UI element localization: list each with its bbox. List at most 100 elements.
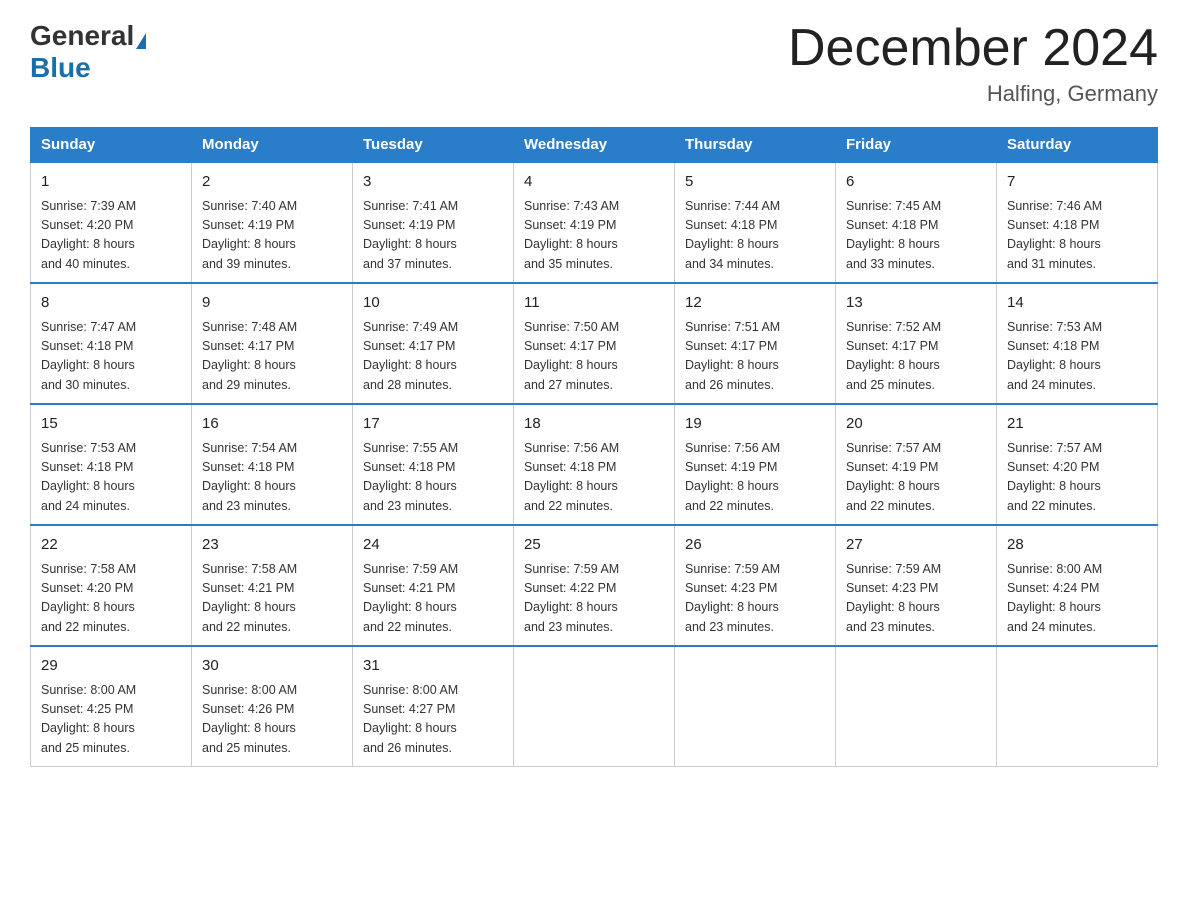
day-info: Sunrise: 8:00 AMSunset: 4:24 PMDaylight:… (1007, 560, 1147, 638)
day-number: 11 (524, 292, 664, 315)
day-info: Sunrise: 7:53 AMSunset: 4:18 PMDaylight:… (1007, 318, 1147, 396)
day-number: 5 (685, 171, 825, 194)
calendar-cell (675, 646, 836, 767)
day-number: 20 (846, 413, 986, 436)
day-number: 30 (202, 655, 342, 678)
day-number: 15 (41, 413, 181, 436)
calendar-cell: 22 Sunrise: 7:58 AMSunset: 4:20 PMDayligh… (31, 525, 192, 646)
days-header-row: SundayMondayTuesdayWednesdayThursdayFrid… (31, 128, 1158, 163)
calendar-cell: 8 Sunrise: 7:47 AMSunset: 4:18 PMDaylight… (31, 283, 192, 404)
day-number: 24 (363, 534, 503, 557)
day-number: 31 (363, 655, 503, 678)
week-row-3: 15 Sunrise: 7:53 AMSunset: 4:18 PMDayligh… (31, 404, 1158, 525)
day-number: 22 (41, 534, 181, 557)
day-info: Sunrise: 7:57 AMSunset: 4:19 PMDaylight:… (846, 439, 986, 517)
calendar-cell: 2Sunrise: 7:40 AMSunset: 4:19 PMDaylight… (192, 162, 353, 283)
calendar-cell: 1Sunrise: 7:39 AMSunset: 4:20 PMDaylight… (31, 162, 192, 283)
day-number: 21 (1007, 413, 1147, 436)
day-info: Sunrise: 7:50 AMSunset: 4:17 PMDaylight:… (524, 318, 664, 396)
calendar-cell: 24 Sunrise: 7:59 AMSunset: 4:21 PMDayligh… (353, 525, 514, 646)
calendar-title: December 2024 (788, 20, 1158, 77)
calendar-cell (514, 646, 675, 767)
day-info: Sunrise: 7:55 AMSunset: 4:18 PMDaylight:… (363, 439, 503, 517)
day-info: Sunrise: 7:45 AMSunset: 4:18 PMDaylight:… (846, 197, 986, 275)
day-info: Sunrise: 7:47 AMSunset: 4:18 PMDaylight:… (41, 318, 181, 396)
day-header-friday: Friday (836, 128, 997, 163)
day-info: Sunrise: 8:00 AMSunset: 4:26 PMDaylight:… (202, 681, 342, 759)
calendar-cell: 6 Sunrise: 7:45 AMSunset: 4:18 PMDaylight… (836, 162, 997, 283)
calendar-subtitle: Halfing, Germany (788, 81, 1158, 107)
calendar-cell: 21 Sunrise: 7:57 AMSunset: 4:20 PMDayligh… (997, 404, 1158, 525)
day-header-wednesday: Wednesday (514, 128, 675, 163)
day-header-thursday: Thursday (675, 128, 836, 163)
day-info: Sunrise: 7:44 AMSunset: 4:18 PMDaylight:… (685, 197, 825, 275)
day-info: Sunrise: 7:46 AMSunset: 4:18 PMDaylight:… (1007, 197, 1147, 275)
day-info: Sunrise: 7:59 AMSunset: 4:21 PMDaylight:… (363, 560, 503, 638)
calendar-cell: 3Sunrise: 7:41 AMSunset: 4:19 PMDaylight… (353, 162, 514, 283)
calendar-cell: 30 Sunrise: 8:00 AMSunset: 4:26 PMDayligh… (192, 646, 353, 767)
calendar-cell: 17 Sunrise: 7:55 AMSunset: 4:18 PMDayligh… (353, 404, 514, 525)
calendar-table: SundayMondayTuesdayWednesdayThursdayFrid… (30, 127, 1158, 767)
header: General Blue December 2024 Halfing, Germ… (30, 20, 1158, 107)
day-number: 13 (846, 292, 986, 315)
week-row-1: 1Sunrise: 7:39 AMSunset: 4:20 PMDaylight… (31, 162, 1158, 283)
logo: General Blue (30, 20, 146, 84)
day-number: 6 (846, 171, 986, 194)
calendar-cell: 20 Sunrise: 7:57 AMSunset: 4:19 PMDayligh… (836, 404, 997, 525)
calendar-cell: 29 Sunrise: 8:00 AMSunset: 4:25 PMDayligh… (31, 646, 192, 767)
calendar-cell: 15 Sunrise: 7:53 AMSunset: 4:18 PMDayligh… (31, 404, 192, 525)
day-header-tuesday: Tuesday (353, 128, 514, 163)
day-info: Sunrise: 7:56 AMSunset: 4:18 PMDaylight:… (524, 439, 664, 517)
day-number: 14 (1007, 292, 1147, 315)
week-row-4: 22 Sunrise: 7:58 AMSunset: 4:20 PMDayligh… (31, 525, 1158, 646)
day-info: Sunrise: 7:48 AMSunset: 4:17 PMDaylight:… (202, 318, 342, 396)
day-header-sunday: Sunday (31, 128, 192, 163)
day-info: Sunrise: 7:57 AMSunset: 4:20 PMDaylight:… (1007, 439, 1147, 517)
day-info: Sunrise: 8:00 AMSunset: 4:27 PMDaylight:… (363, 681, 503, 759)
day-number: 19 (685, 413, 825, 436)
day-info: Sunrise: 7:52 AMSunset: 4:17 PMDaylight:… (846, 318, 986, 396)
logo-blue: Blue (30, 52, 91, 84)
calendar-cell: 7 Sunrise: 7:46 AMSunset: 4:18 PMDaylight… (997, 162, 1158, 283)
day-info: Sunrise: 7:59 AMSunset: 4:22 PMDaylight:… (524, 560, 664, 638)
week-row-5: 29 Sunrise: 8:00 AMSunset: 4:25 PMDayligh… (31, 646, 1158, 767)
day-info: Sunrise: 7:59 AMSunset: 4:23 PMDaylight:… (846, 560, 986, 638)
week-row-2: 8 Sunrise: 7:47 AMSunset: 4:18 PMDaylight… (31, 283, 1158, 404)
day-number: 10 (363, 292, 503, 315)
calendar-cell: 23 Sunrise: 7:58 AMSunset: 4:21 PMDayligh… (192, 525, 353, 646)
day-info: Sunrise: 7:49 AMSunset: 4:17 PMDaylight:… (363, 318, 503, 396)
logo-general: General (30, 20, 146, 52)
day-number: 8 (41, 292, 181, 315)
calendar-cell (997, 646, 1158, 767)
calendar-cell: 25Sunrise: 7:59 AMSunset: 4:22 PMDayligh… (514, 525, 675, 646)
calendar-cell: 31 Sunrise: 8:00 AMSunset: 4:27 PMDayligh… (353, 646, 514, 767)
day-info: Sunrise: 7:53 AMSunset: 4:18 PMDaylight:… (41, 439, 181, 517)
day-number: 26 (685, 534, 825, 557)
day-number: 23 (202, 534, 342, 557)
calendar-cell: 14 Sunrise: 7:53 AMSunset: 4:18 PMDayligh… (997, 283, 1158, 404)
day-info: Sunrise: 7:54 AMSunset: 4:18 PMDaylight:… (202, 439, 342, 517)
day-number: 28 (1007, 534, 1147, 557)
day-number: 18 (524, 413, 664, 436)
day-info: Sunrise: 7:58 AMSunset: 4:20 PMDaylight:… (41, 560, 181, 638)
day-header-monday: Monday (192, 128, 353, 163)
day-number: 16 (202, 413, 342, 436)
calendar-cell: 26 Sunrise: 7:59 AMSunset: 4:23 PMDayligh… (675, 525, 836, 646)
calendar-cell: 13 Sunrise: 7:52 AMSunset: 4:17 PMDayligh… (836, 283, 997, 404)
day-number: 2 (202, 171, 342, 194)
day-info: Sunrise: 7:51 AMSunset: 4:17 PMDaylight:… (685, 318, 825, 396)
calendar-cell: 28 Sunrise: 8:00 AMSunset: 4:24 PMDayligh… (997, 525, 1158, 646)
day-info: Sunrise: 8:00 AMSunset: 4:25 PMDaylight:… (41, 681, 181, 759)
day-info: Sunrise: 7:59 AMSunset: 4:23 PMDaylight:… (685, 560, 825, 638)
calendar-cell: 10 Sunrise: 7:49 AMSunset: 4:17 PMDayligh… (353, 283, 514, 404)
calendar-cell: 16 Sunrise: 7:54 AMSunset: 4:18 PMDayligh… (192, 404, 353, 525)
day-info: Sunrise: 7:39 AMSunset: 4:20 PMDaylight:… (41, 197, 181, 275)
day-number: 7 (1007, 171, 1147, 194)
calendar-cell: 4Sunrise: 7:43 AMSunset: 4:19 PMDaylight… (514, 162, 675, 283)
day-number: 12 (685, 292, 825, 315)
calendar-cell: 5 Sunrise: 7:44 AMSunset: 4:18 PMDaylight… (675, 162, 836, 283)
day-number: 17 (363, 413, 503, 436)
calendar-cell: 11 Sunrise: 7:50 AMSunset: 4:17 PMDayligh… (514, 283, 675, 404)
day-info: Sunrise: 7:58 AMSunset: 4:21 PMDaylight:… (202, 560, 342, 638)
day-number: 29 (41, 655, 181, 678)
